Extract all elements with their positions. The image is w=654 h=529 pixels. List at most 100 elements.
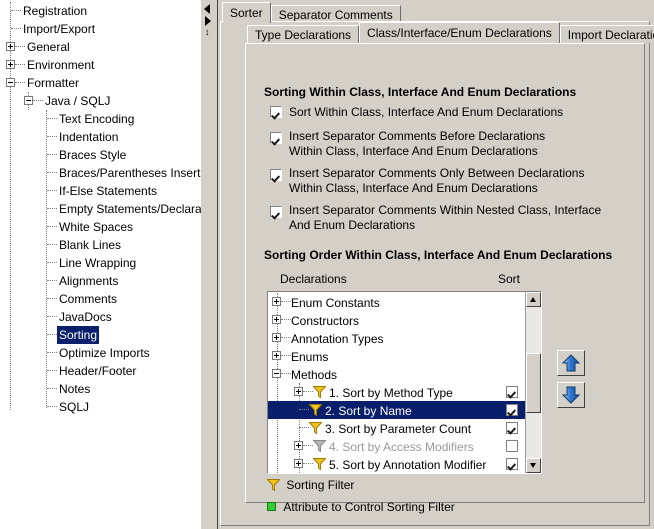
arrow-up-icon xyxy=(562,354,580,372)
move-up-button[interactable] xyxy=(557,350,585,376)
funnel-icon xyxy=(313,386,326,398)
sidebar-item-environment[interactable]: Environment xyxy=(0,56,201,74)
sidebar-item-label: Import/Export xyxy=(21,20,97,38)
sort-checkbox[interactable] xyxy=(506,458,518,470)
inner-tab-import-declarations[interactable]: Import Declarations xyxy=(560,25,654,43)
sort-checkbox[interactable] xyxy=(506,440,518,452)
collapse-left-icon[interactable] xyxy=(204,4,210,14)
outer-tab-strip[interactable]: SorterSeparator Comments xyxy=(222,2,401,22)
sorting-option-checkbox[interactable] xyxy=(270,132,282,144)
sidebar-item-text-encoding[interactable]: Text Encoding xyxy=(0,110,201,128)
list-item-enum-constants[interactable]: Enum Constants xyxy=(268,293,525,311)
expand-icon[interactable] xyxy=(294,387,303,396)
sidebar-item-line-wrapping[interactable]: Line Wrapping xyxy=(0,254,201,272)
list-item-enums[interactable]: Enums xyxy=(268,347,525,365)
sorting-option-line: Insert Separator Comments Within Nested … xyxy=(289,203,650,218)
list-item-3-sort-by-parameter-count[interactable]: 3. Sort by Parameter Count xyxy=(268,419,525,437)
scrollbar-thumb[interactable] xyxy=(526,353,541,413)
list-item-constructors[interactable]: Constructors xyxy=(268,311,525,329)
sorting-option-row[interactable]: Insert Separator Comments Before Declara… xyxy=(270,129,650,159)
expand-icon[interactable] xyxy=(294,441,303,450)
scroll-down-button[interactable] xyxy=(526,458,541,473)
settings-tree[interactable]: RegistrationImport/ExportGeneralEnvironm… xyxy=(0,0,202,529)
legend-attribute-filter: Attribute to Control Sorting Filter xyxy=(267,500,455,514)
expand-icon[interactable] xyxy=(272,315,281,324)
expand-icon[interactable] xyxy=(294,459,303,468)
sidebar-item-import-export[interactable]: Import/Export xyxy=(0,20,201,38)
funnel-icon xyxy=(267,479,280,491)
sidebar-item-alignments[interactable]: Alignments xyxy=(0,272,201,290)
splitter-grip-icon[interactable]: ↕ xyxy=(205,28,215,36)
list-item-label: Enums xyxy=(291,350,328,364)
outer-tab-sorter[interactable]: Sorter xyxy=(222,2,271,23)
list-item-5-sort-by-annotation-modifier[interactable]: 5. Sort by Annotation Modifier xyxy=(268,455,525,473)
sorting-option-row[interactable]: Insert Separator Comments Only Between D… xyxy=(270,166,650,196)
sidebar-item-registration[interactable]: Registration xyxy=(0,2,201,20)
list-item-4-sort-by-access-modifiers[interactable]: 4. Sort by Access Modifiers xyxy=(268,437,525,455)
sort-checkbox[interactable] xyxy=(506,386,518,398)
expand-right-icon[interactable] xyxy=(205,16,211,26)
list-item-annotation-types[interactable]: Annotation Types xyxy=(268,329,525,347)
sidebar-item-if-else-statements[interactable]: If-Else Statements xyxy=(0,182,201,200)
sidebar-item-white-spaces[interactable]: White Spaces xyxy=(0,218,201,236)
list-item-label: 2. Sort by Name xyxy=(325,404,412,418)
sorting-option-row[interactable]: Insert Separator Comments Within Nested … xyxy=(270,203,650,233)
sidebar-item-braces-parentheses-insertion[interactable]: Braces/Parentheses Insertion xyxy=(0,164,201,182)
scroll-up-button[interactable] xyxy=(526,292,541,307)
sidebar-item-label: Comments xyxy=(57,290,119,308)
list-item-2-sort-by-name[interactable]: 2. Sort by Name xyxy=(268,401,525,419)
sort-checkbox[interactable] xyxy=(506,404,518,416)
sort-checkbox[interactable] xyxy=(506,422,518,434)
splitter-handle[interactable]: ↕ xyxy=(204,2,215,36)
sidebar-item-label: Environment xyxy=(25,56,96,74)
expand-icon[interactable] xyxy=(272,333,281,342)
sidebar-item-label: Braces/Parentheses Insertion xyxy=(57,164,202,182)
sidebar-item-optimize-imports[interactable]: Optimize Imports xyxy=(0,344,201,362)
sidebar-item-header-footer[interactable]: Header/Footer xyxy=(0,362,201,380)
sorting-option-line: Sort Within Class, Interface And Enum De… xyxy=(289,105,650,120)
collapse-icon[interactable] xyxy=(24,96,33,105)
collapse-icon[interactable] xyxy=(6,78,15,87)
list-item-label: Constructors xyxy=(291,314,359,328)
scrollbar-track[interactable] xyxy=(526,307,541,458)
sorting-option-checkbox[interactable] xyxy=(270,169,282,181)
sidebar-item-empty-statements-declarations[interactable]: Empty Statements/Declarations xyxy=(0,200,201,218)
inner-tab-label: Class/Interface/Enum Declarations xyxy=(367,26,552,40)
sorting-option-row[interactable]: Sort Within Class, Interface And Enum De… xyxy=(270,105,650,120)
sorting-option-line: Insert Separator Comments Only Between D… xyxy=(289,166,650,181)
move-down-button[interactable] xyxy=(557,382,585,408)
panel-splitter[interactable]: ↕ xyxy=(201,0,218,529)
sorting-option-checkbox[interactable] xyxy=(270,206,282,218)
sidebar-item-javadocs[interactable]: JavaDocs xyxy=(0,308,201,326)
sidebar-item-label: Header/Footer xyxy=(57,362,138,380)
list-item-methods[interactable]: Methods xyxy=(268,365,525,383)
sidebar-item-comments[interactable]: Comments xyxy=(0,290,201,308)
inner-tab-strip[interactable]: Type Declarations Class/Interface/Enum De… xyxy=(247,22,654,44)
sidebar-item-blank-lines[interactable]: Blank Lines xyxy=(0,236,201,254)
sidebar-item-sorting[interactable]: Sorting xyxy=(0,326,201,344)
sidebar-item-label: Notes xyxy=(57,380,92,398)
list-scrollbar[interactable] xyxy=(525,292,541,473)
collapse-icon[interactable] xyxy=(272,369,281,378)
inner-tab-type-declarations[interactable]: Type Declarations xyxy=(247,25,359,43)
sorting-order-list[interactable]: Enum Constants ConstructorsAnnotation Typ… xyxy=(267,291,542,474)
sidebar-item-general[interactable]: General xyxy=(0,38,201,56)
sidebar-item-label: General xyxy=(25,38,72,56)
sidebar-item-braces-style[interactable]: Braces Style xyxy=(0,146,201,164)
sidebar-item-sqlj[interactable]: SQLJ xyxy=(0,398,201,416)
expand-icon[interactable] xyxy=(6,42,15,51)
list-item-6-sort-by-final-modifier[interactable]: 6. Sort by Final Modifier xyxy=(268,473,525,474)
sidebar-item-notes[interactable]: Notes xyxy=(0,380,201,398)
inner-tab-label: Import Declarations xyxy=(568,28,654,42)
sidebar-item-indentation[interactable]: Indentation xyxy=(0,128,201,146)
inner-tab-class-interface-enum-declarations[interactable]: Class/Interface/Enum Declarations xyxy=(359,22,560,43)
expand-icon[interactable] xyxy=(272,297,281,306)
expand-icon[interactable] xyxy=(6,60,15,69)
list-item-label: Enum Constants xyxy=(291,296,380,310)
sidebar-item-formatter[interactable]: Formatter xyxy=(0,74,201,92)
funnel-icon xyxy=(309,404,322,416)
sidebar-item-java-sqlj[interactable]: Java / SQLJ xyxy=(0,92,201,110)
expand-icon[interactable] xyxy=(272,351,281,360)
sorting-option-checkbox[interactable] xyxy=(270,106,282,118)
list-item-1-sort-by-method-type[interactable]: 1. Sort by Method Type xyxy=(268,383,525,401)
